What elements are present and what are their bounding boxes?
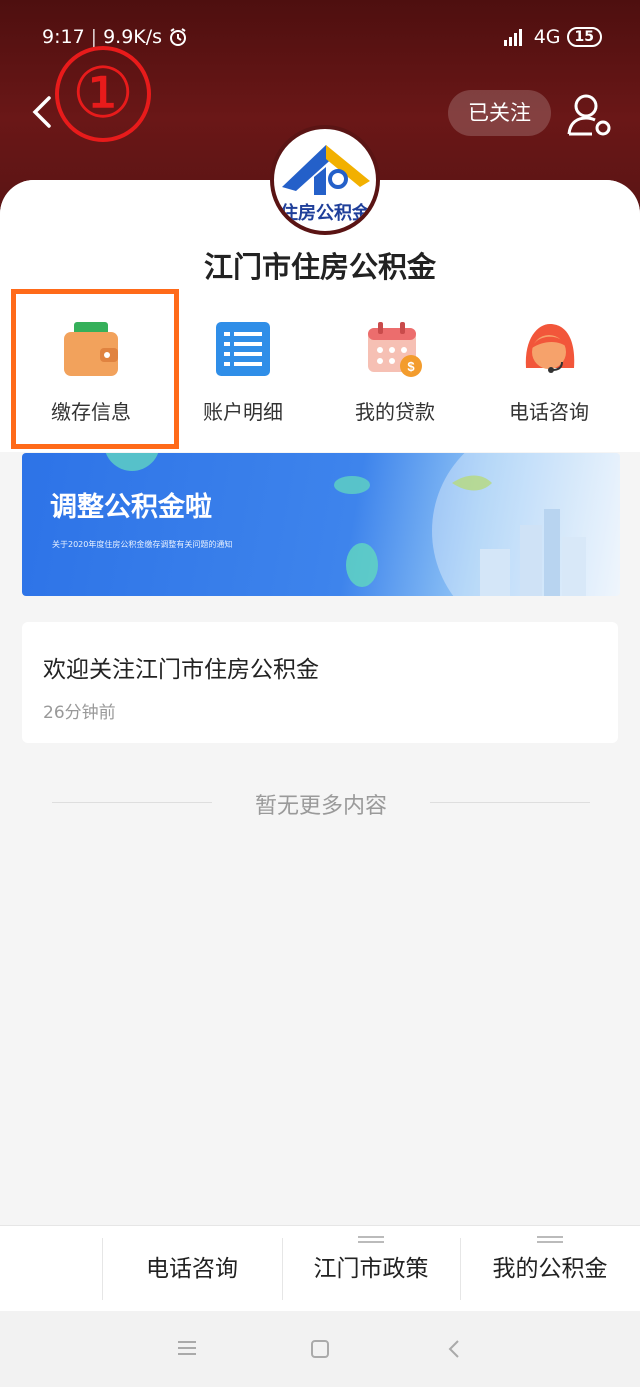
- message-card[interactable]: 欢迎关注江门市住房公积金 26分钟前: [22, 622, 618, 743]
- loan-calendar-icon: $: [368, 322, 422, 377]
- menu-account-details[interactable]: 账户明细: [168, 318, 318, 428]
- menu-phone-consult[interactable]: 电话咨询: [474, 318, 624, 428]
- account-logo: 住房公积金: [270, 125, 380, 235]
- home-icon[interactable]: [310, 1339, 330, 1359]
- system-back-icon[interactable]: [446, 1338, 462, 1360]
- banner-illustration: [105, 453, 620, 596]
- bottom-menu-bar: 电话咨询 江门市政策 我的公积金: [0, 1225, 640, 1311]
- battery-indicator: 15: [566, 27, 602, 47]
- status-time: 9:17: [42, 26, 85, 48]
- message-title: 欢迎关注江门市住房公积金: [43, 657, 319, 683]
- follow-button[interactable]: 已关注: [448, 90, 551, 136]
- customer-service-icon: [525, 324, 575, 373]
- logo-caption: 住房公积金: [280, 203, 370, 224]
- menu-label: 我的贷款: [355, 400, 435, 424]
- tab-phone-consult[interactable]: 电话咨询: [102, 1226, 282, 1312]
- announcement-banner[interactable]: 调整公积金啦 关于2020年度住房公积金缴存调整有关问题的通知: [22, 453, 620, 596]
- menu-label: 电话咨询: [509, 400, 589, 424]
- list-icon: [216, 322, 270, 376]
- status-speed: 9.9K/s: [103, 26, 163, 48]
- menu-my-loan[interactable]: $ 我的贷款: [320, 318, 470, 428]
- network-type: 4G: [533, 26, 561, 48]
- system-navigation-bar: [0, 1311, 640, 1387]
- svg-text:$: $: [407, 359, 415, 374]
- no-more-text: 暂无更多内容: [254, 794, 387, 819]
- signal-icon: [503, 29, 522, 46]
- message-time: 26分钟前: [43, 703, 116, 723]
- menu-icon[interactable]: [176, 1339, 198, 1357]
- alarm-icon: [170, 28, 187, 46]
- banner-subtitle: 关于2020年度住房公积金缴存调整有关问题的通知: [52, 540, 233, 549]
- highlight-box: [11, 289, 179, 449]
- banner-title: 调整公积金啦: [50, 492, 212, 523]
- tab-jiangmen-policy[interactable]: 江门市政策: [282, 1226, 460, 1312]
- menu-label: 账户明细: [203, 400, 283, 424]
- step-marker: ①: [55, 46, 151, 142]
- user-settings-icon[interactable]: [566, 92, 614, 138]
- tab-my-fund[interactable]: 我的公积金: [460, 1226, 640, 1312]
- account-name: 江门市住房公积金: [203, 250, 436, 284]
- no-more-content: 暂无更多内容: [52, 788, 590, 819]
